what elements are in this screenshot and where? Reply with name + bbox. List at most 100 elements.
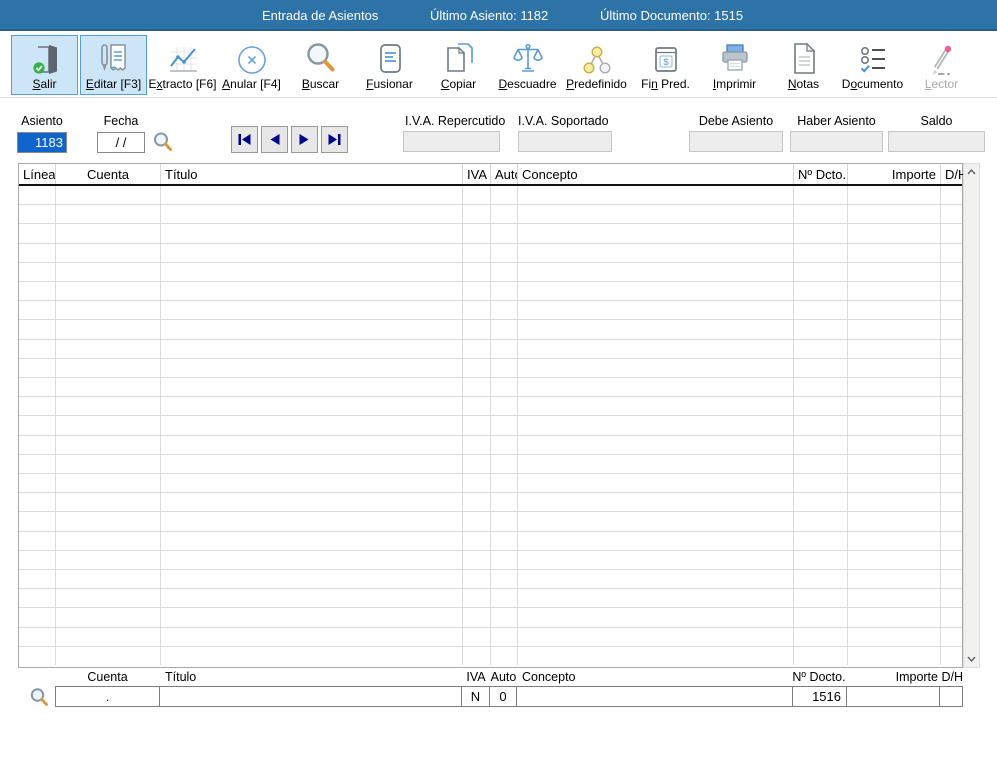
table-row[interactable] <box>19 244 962 263</box>
table-cell <box>848 186 941 204</box>
table-cell <box>491 608 518 626</box>
toolbar-button-fin-pred[interactable]: $Fin Pred. <box>632 35 699 95</box>
scroll-down-icon[interactable] <box>964 651 979 667</box>
entry-iva-label: IVA <box>462 670 490 684</box>
toolbar-button-copiar[interactable]: Copiar <box>425 35 492 95</box>
toolbar-button-fusionar[interactable]: Fusionar <box>356 35 423 95</box>
table-cell <box>848 512 941 530</box>
table-row[interactable] <box>19 416 962 435</box>
table-cell <box>848 397 941 415</box>
table-cell <box>794 340 848 358</box>
asiento-input[interactable]: 1183 <box>17 132 67 153</box>
toolbar-button-descuadre[interactable]: Descuadre <box>494 35 561 95</box>
table-cell <box>941 186 964 204</box>
table-row[interactable] <box>19 608 962 627</box>
table-row[interactable] <box>19 512 962 531</box>
table-cell <box>56 378 161 396</box>
table-cell <box>463 205 491 223</box>
table-row[interactable] <box>19 474 962 493</box>
table-cell <box>941 436 964 454</box>
table-row[interactable] <box>19 186 962 205</box>
table-row[interactable] <box>19 340 962 359</box>
table-cell <box>19 186 56 204</box>
scroll-up-icon[interactable] <box>964 164 979 180</box>
toolbar-button-label: Extracto [F6] <box>148 77 216 91</box>
toolbar-button-anular[interactable]: Anular [F4] <box>218 35 285 95</box>
search-asiento-icon[interactable] <box>152 131 174 156</box>
nav-first-button[interactable] <box>231 126 258 153</box>
table-cell <box>941 455 964 473</box>
table-row[interactable] <box>19 263 962 282</box>
concepto-input[interactable] <box>516 686 793 707</box>
nav-previous-button[interactable] <box>261 126 288 153</box>
column-header-4: IVA <box>463 164 491 184</box>
toolbar-button-salir[interactable]: Salir <box>11 35 78 95</box>
table-cell <box>161 474 463 492</box>
toolbar-button-buscar[interactable]: Buscar <box>287 35 354 95</box>
nav-last-button[interactable] <box>321 126 348 153</box>
table-row[interactable] <box>19 589 962 608</box>
table-cell <box>463 301 491 319</box>
table-row[interactable] <box>19 205 962 224</box>
table-row[interactable] <box>19 570 962 589</box>
table-cell <box>794 359 848 377</box>
table-row[interactable] <box>19 647 962 665</box>
fecha-input[interactable]: / / <box>97 132 145 153</box>
table-row[interactable] <box>19 532 962 551</box>
table-cell <box>491 551 518 569</box>
table-cell <box>161 436 463 454</box>
saldo-label: Saldo <box>888 114 985 128</box>
table-cell <box>19 263 56 281</box>
table-cell <box>463 263 491 281</box>
table-cell <box>518 532 794 550</box>
table-cell <box>518 340 794 358</box>
table-cell <box>161 282 463 300</box>
table-row[interactable] <box>19 436 962 455</box>
toolbar-button-documento[interactable]: Documento <box>839 35 906 95</box>
table-row[interactable] <box>19 301 962 320</box>
iva-soportado-field <box>518 131 612 152</box>
table-cell <box>941 282 964 300</box>
num-docto-input[interactable]: 1516 <box>792 686 847 707</box>
table-cell <box>794 512 848 530</box>
table-cell <box>491 628 518 646</box>
toolbar-button-extracto[interactable]: Extracto [F6] <box>149 35 216 95</box>
table-cell <box>161 532 463 550</box>
table-row[interactable] <box>19 320 962 339</box>
table-cell <box>848 551 941 569</box>
toolbar-button-editar[interactable]: Editar [F3] <box>80 35 147 95</box>
table-cell <box>491 340 518 358</box>
cuenta-input[interactable]: . <box>55 686 160 707</box>
table-cell <box>161 512 463 530</box>
table-row[interactable] <box>19 378 962 397</box>
table-cell <box>161 244 463 262</box>
toolbar-button-label: Lector <box>925 77 958 91</box>
table-row[interactable] <box>19 224 962 243</box>
table-row[interactable] <box>19 628 962 647</box>
table-row[interactable] <box>19 359 962 378</box>
search-cuenta-icon[interactable] <box>29 687 50 711</box>
table-cell <box>19 589 56 607</box>
table-row[interactable] <box>19 455 962 474</box>
nav-next-button[interactable] <box>291 126 318 153</box>
dh-input[interactable] <box>939 686 963 707</box>
table-row[interactable] <box>19 493 962 512</box>
auto-input[interactable]: 0 <box>489 686 517 707</box>
table-row[interactable] <box>19 551 962 570</box>
table-scrollbar[interactable] <box>963 163 980 668</box>
table-cell <box>794 436 848 454</box>
titulo-input[interactable] <box>159 686 462 707</box>
table-cell <box>491 416 518 434</box>
table-row[interactable] <box>19 282 962 301</box>
table-cell <box>161 301 463 319</box>
table-row[interactable] <box>19 397 962 416</box>
toolbar-button-predefinido[interactable]: Predefinido <box>563 35 630 95</box>
toolbar: SalirEditar [F3]Extracto [F6]Anular [F4]… <box>11 35 975 95</box>
toolbar-button-imprimir[interactable]: Imprimir <box>701 35 768 95</box>
printer-icon <box>717 37 753 77</box>
table-cell <box>161 224 463 242</box>
toolbar-button-notas[interactable]: Notas <box>770 35 837 95</box>
iva-input[interactable]: N <box>461 686 490 707</box>
importe-input[interactable] <box>846 686 940 707</box>
table-cell <box>161 551 463 569</box>
